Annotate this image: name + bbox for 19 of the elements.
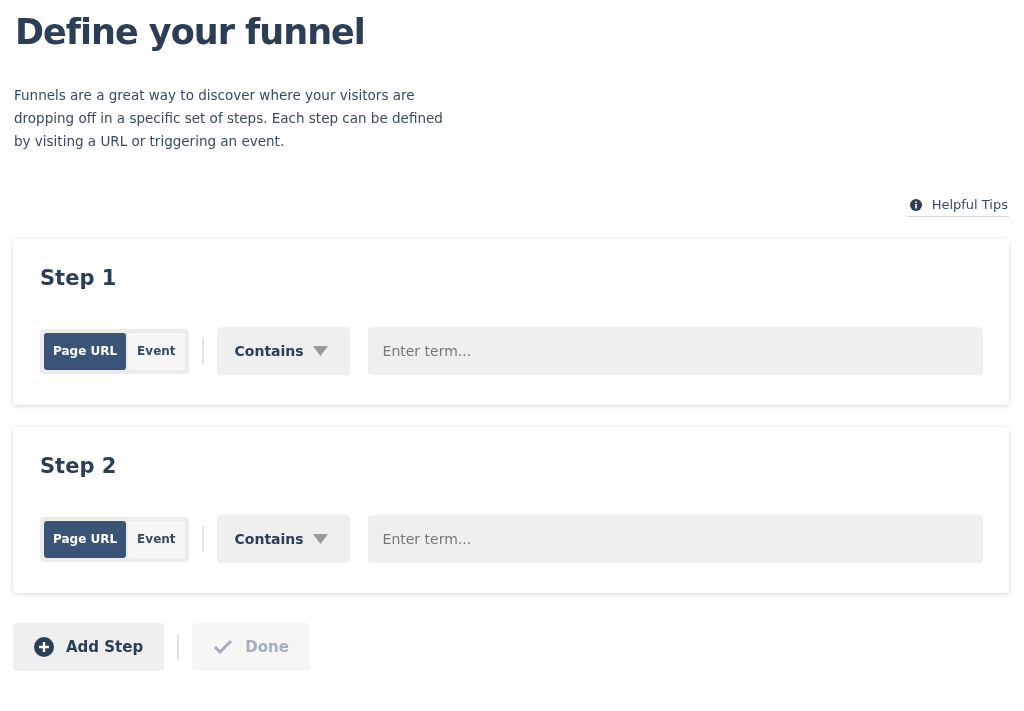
checkmark-icon (213, 637, 234, 657)
info-icon (909, 198, 922, 211)
step-title: Step 2 (40, 453, 118, 480)
add-step-button[interactable]: Add Step (13, 623, 165, 671)
description: Funnels are a great way to discover where your visitors are dropping off in a specific set of steps. Each step can be defined by visiting a URL or triggering an event. (14, 86, 444, 151)
page-title: Define your funnel (15, 11, 366, 54)
match-dropdown[interactable]: Contains (216, 327, 350, 375)
type-option[interactable]: Page URL (44, 520, 127, 558)
plus-circle-icon (34, 637, 54, 657)
term-input[interactable]: Enter term... (367, 327, 983, 375)
caret-icon (312, 534, 328, 544)
term-input[interactable]: Enter term... (367, 515, 983, 563)
caret-icon (312, 346, 328, 356)
type-option[interactable]: Event (128, 332, 185, 370)
step-title: Step 1 (40, 265, 118, 292)
match-dropdown[interactable]: Contains (216, 515, 350, 563)
type-option[interactable]: Event (128, 520, 185, 558)
helpful-tips-link[interactable]: Helpful Tips (906, 197, 1009, 217)
type-option[interactable]: Page URL (44, 332, 127, 370)
